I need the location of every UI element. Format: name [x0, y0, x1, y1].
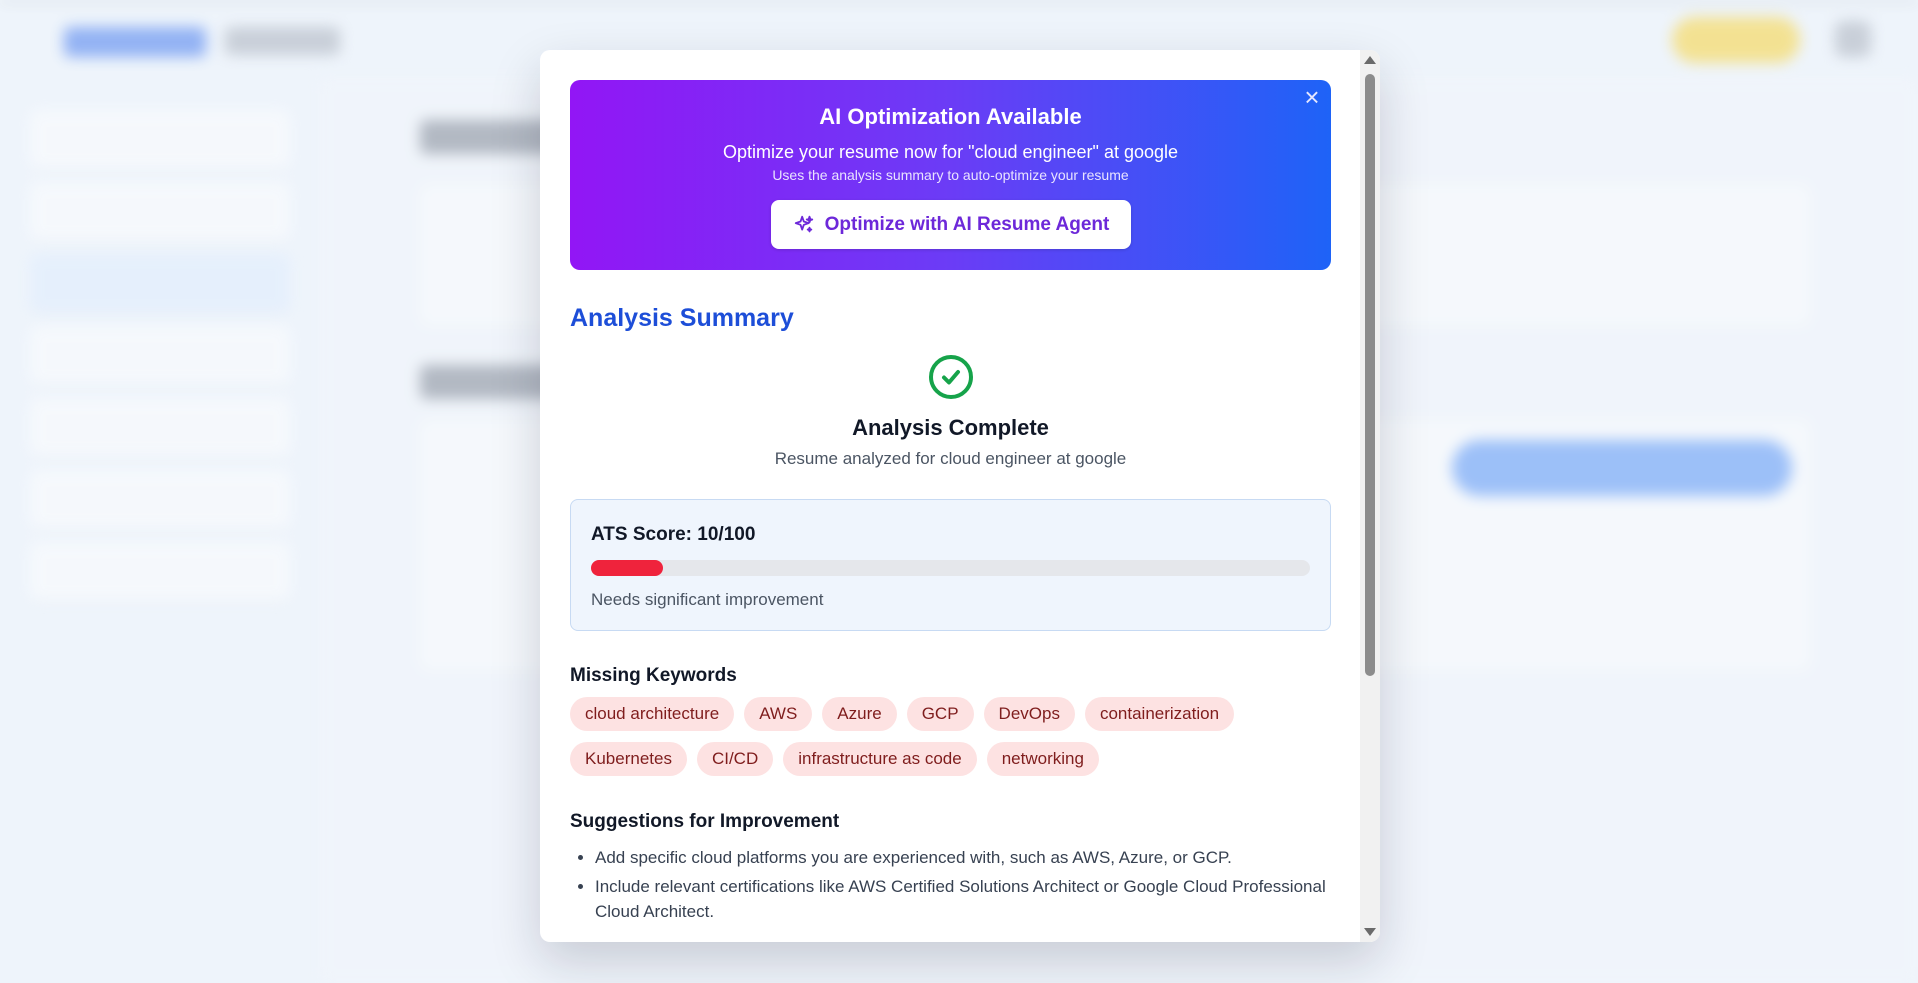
keyword-tag: infrastructure as code	[783, 742, 977, 776]
scroll-down-arrow-icon[interactable]	[1364, 928, 1376, 936]
status-subtitle: Resume analyzed for cloud engineer at go…	[774, 449, 1127, 468]
sidebar-item	[30, 398, 290, 458]
keyword-tag: AWS	[744, 697, 813, 731]
keyword-tag: GCP	[906, 697, 974, 731]
scrollbar-thumb[interactable]	[1365, 74, 1375, 676]
status-title: Analysis Complete	[852, 415, 1049, 440]
scroll-up-arrow-icon[interactable]	[1364, 56, 1376, 64]
modal-content: × AI Optimization Available Optimize you…	[570, 80, 1331, 928]
sidebar	[30, 110, 290, 614]
sparkle-icon	[794, 215, 813, 232]
suggestion-item: Include relevant certifications like AWS…	[595, 874, 1331, 924]
optimize-button[interactable]: Optimize with AI Resume Agent	[771, 200, 1131, 249]
ats-score-card: ATS Score: 10/100 Needs significant impr…	[570, 499, 1331, 631]
check-circle-icon	[928, 355, 973, 399]
menu-icon	[1835, 21, 1871, 57]
analysis-modal: × AI Optimization Available Optimize you…	[540, 50, 1380, 942]
banner-subtitle: Optimize your resume now for "cloud engi…	[722, 142, 1179, 162]
analysis-summary-title: Analysis Summary	[570, 304, 794, 332]
sidebar-item	[30, 542, 290, 602]
keyword-tag: networking	[986, 742, 1099, 776]
sidebar-item-active	[30, 254, 290, 314]
suggestions-list: Add specific cloud platforms you are exp…	[570, 845, 1331, 924]
keyword-tag: containerization	[1084, 697, 1235, 731]
keyword-tag: DevOps	[983, 697, 1075, 731]
sidebar-item	[30, 470, 290, 530]
keyword-tag: cloud architecture	[570, 697, 735, 731]
ats-note: Needs significant improvement	[591, 590, 824, 609]
ai-optimization-banner: × AI Optimization Available Optimize you…	[570, 80, 1331, 270]
analysis-status: Analysis Complete Resume analyzed for cl…	[570, 353, 1331, 469]
modal-scrollbar[interactable]	[1360, 50, 1380, 942]
missing-keywords-title: Missing Keywords	[570, 665, 737, 686]
optimize-button-label: Optimize with AI Resume Agent	[824, 213, 1110, 235]
banner-note: Uses the analysis summary to auto-optimi…	[772, 167, 1129, 183]
missing-keywords-list: cloud architecture AWS Azure GCP DevOps …	[570, 697, 1331, 787]
plan-label	[225, 27, 340, 55]
upgrade-button	[1672, 17, 1800, 63]
ats-score-label: ATS Score: 10/100	[591, 524, 756, 545]
sidebar-item	[30, 326, 290, 386]
suggestion-item: Add specific cloud platforms you are exp…	[595, 845, 1331, 870]
sidebar-item	[30, 110, 290, 170]
suggestions-title: Suggestions for Improvement	[570, 811, 840, 832]
app-logo	[64, 27, 206, 57]
keyword-tag: Kubernetes	[570, 742, 687, 776]
sidebar-item	[30, 182, 290, 242]
ats-progress-track	[591, 560, 1310, 576]
keyword-tag: Azure	[822, 697, 897, 731]
banner-title: AI Optimization Available	[819, 104, 1082, 129]
keyword-tag: CI/CD	[696, 742, 774, 776]
ats-progress-fill	[591, 560, 663, 576]
analyze-button	[1452, 440, 1792, 496]
